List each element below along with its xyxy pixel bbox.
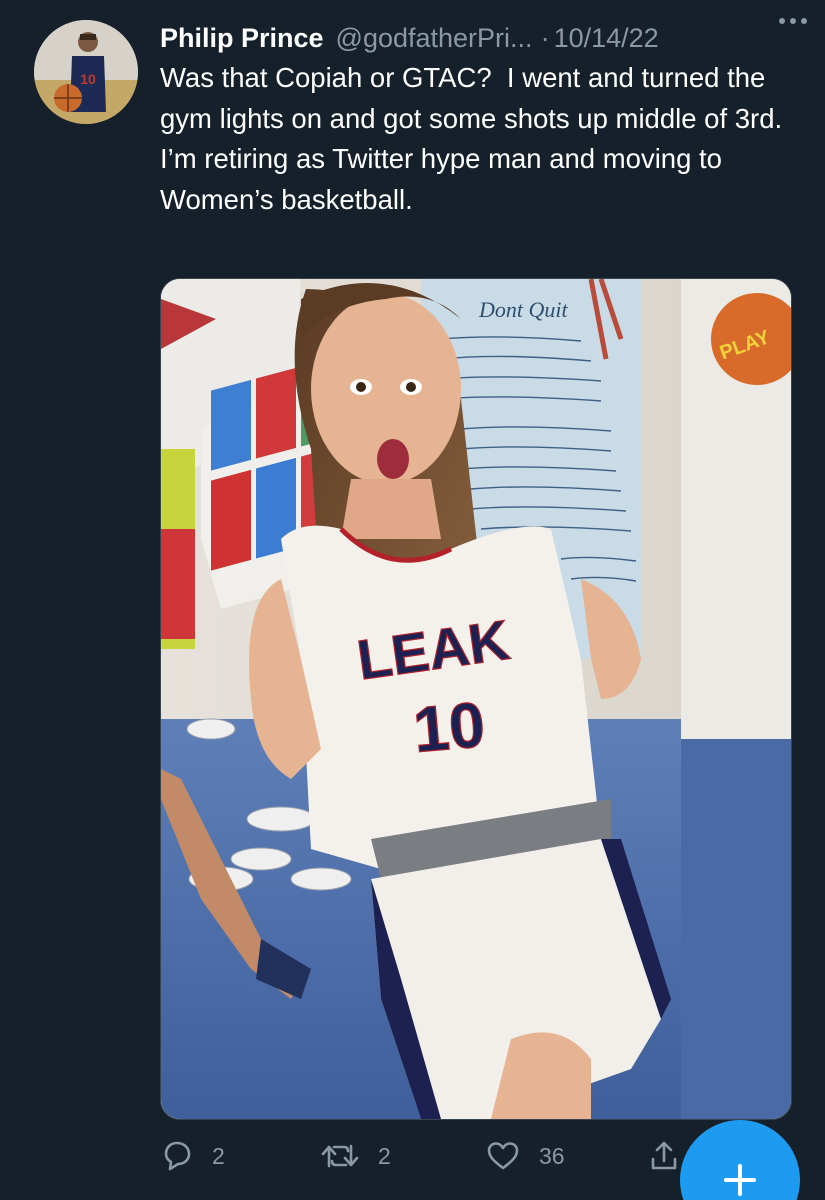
plus-icon — [724, 1164, 756, 1196]
tweet-header: Philip Prince @godfatherPri... · 10/14/2… — [160, 18, 805, 58]
avatar-image: 10 — [34, 20, 138, 124]
tweet-date[interactable]: 10/14/22 — [554, 23, 659, 54]
tweet-text: Was that Copiah or GTAC? I went and turn… — [160, 62, 798, 215]
author-name[interactable]: Philip Prince — [160, 23, 324, 54]
retweet-button[interactable]: 2 — [320, 1132, 391, 1180]
tweet[interactable]: 10 Philip Prince @godfatherPri... · 10/1… — [0, 0, 825, 1200]
header-separator: · — [540, 22, 550, 53]
heart-icon — [487, 1142, 519, 1170]
retweet-icon — [321, 1144, 359, 1168]
more-button[interactable] — [771, 6, 815, 36]
like-count: 36 — [539, 1142, 565, 1169]
share-button[interactable] — [648, 1132, 680, 1180]
author-avatar[interactable]: 10 — [34, 20, 138, 124]
poster-title: Dont Quit — [478, 297, 569, 322]
photo-illustration: Dont Quit PLAY LEAK 10 — [161, 279, 791, 1119]
author-handle[interactable]: @godfatherPri... — [336, 23, 533, 54]
tweet-actions: 2 2 36 — [160, 1132, 720, 1180]
retweet-count: 2 — [378, 1142, 391, 1169]
share-icon — [651, 1141, 677, 1170]
svg-text:10: 10 — [80, 71, 96, 87]
reply-icon — [164, 1141, 191, 1171]
tweet-photo[interactable]: Dont Quit PLAY LEAK 10 — [160, 278, 792, 1120]
jersey-number: 10 — [410, 688, 487, 766]
reply-count: 2 — [212, 1142, 225, 1169]
more-icon — [779, 18, 807, 24]
like-button[interactable]: 36 — [485, 1132, 565, 1180]
reply-button[interactable]: 2 — [160, 1132, 225, 1180]
